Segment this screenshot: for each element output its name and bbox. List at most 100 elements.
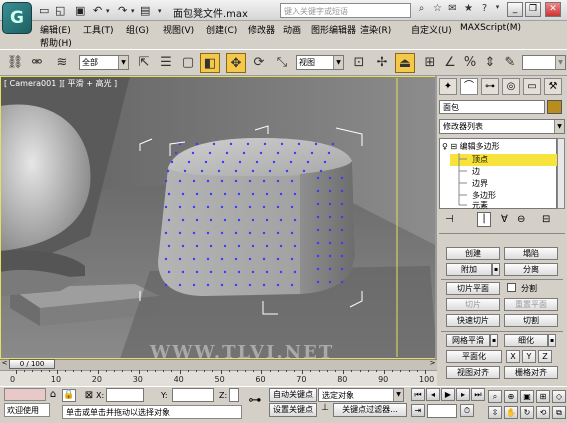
save-icon[interactable]: ▣ [75,4,85,17]
vertex-dot[interactable] [225,151,229,155]
vertex-dot[interactable] [340,280,344,284]
vertex-dot[interactable] [195,192,199,196]
app-logo-icon[interactable]: G [2,2,32,34]
vertex-dot[interactable] [209,192,213,196]
vertex-dot[interactable] [200,169,204,173]
undo-icon[interactable]: ↶ [93,4,102,17]
zoom-extents-all-icon[interactable]: ⊞ [536,390,550,403]
menu-edit[interactable]: 编辑(E) [40,23,71,36]
modifier-list-dropdown[interactable]: 修改器列表 ▼ [439,119,565,134]
vertex-dot[interactable] [192,205,196,209]
project-folder-icon[interactable]: ▤ [140,4,150,17]
vertex-dot[interactable] [248,231,252,235]
vertex-dot[interactable] [290,231,294,235]
vertex-dot[interactable] [234,231,238,235]
set-key-button[interactable]: 设置关键点 [269,403,317,417]
attach-settings-button[interactable]: ▪ [492,263,500,276]
orbit-icon[interactable]: ↻ [520,406,534,419]
vertex-dot[interactable] [251,218,255,222]
vertex-dot[interactable] [234,169,238,173]
vertex-dot[interactable] [167,244,171,248]
lightbulb-icon[interactable]: ♀ [442,142,448,151]
menu-create[interactable]: 创建(C) [206,23,237,36]
vertex-dot[interactable] [209,244,213,248]
configure-modifier-sets-icon[interactable]: ⊟ [542,214,550,225]
stack-item-edit-poly[interactable]: ♀ ⊟ 编辑多边形 [442,141,550,153]
select-object-icon[interactable]: ⇱ [134,53,154,73]
vertex-dot[interactable] [328,189,332,193]
previous-frame-icon[interactable]: ◂ [426,388,440,401]
vertex-dot[interactable] [316,254,320,258]
vertex-dot[interactable] [276,257,280,261]
vertex-dot[interactable] [316,228,320,232]
maxscript-listener-field[interactable] [4,388,46,401]
vertex-dot[interactable] [192,231,196,235]
vertex-dot[interactable] [340,176,344,180]
percent-snap-icon[interactable]: % [460,53,480,73]
msmooth-settings-button[interactable]: ▪ [490,334,498,347]
display-tab-icon[interactable]: ▭ [523,78,541,95]
make-unique-icon[interactable]: ∀ [501,214,508,225]
time-slider[interactable] [0,359,437,370]
vertex-dot[interactable] [195,218,199,222]
vertex-dot[interactable] [167,192,171,196]
keyboard-shortcut-override-icon[interactable]: ⏏ [395,53,415,73]
key-icon[interactable]: ⊶ [243,393,267,415]
vertex-dot[interactable] [209,270,213,274]
vertex-dot[interactable] [164,205,168,209]
vertex-dot[interactable] [174,151,178,155]
vertex-dot[interactable] [316,267,320,271]
vertex-dot[interactable] [248,179,252,183]
vertex-dot[interactable] [340,254,344,258]
vertex-dot[interactable] [279,192,283,196]
vertex-dot[interactable] [262,205,266,209]
select-and-rotate-icon[interactable]: ⟳ [249,53,269,73]
vertex-dot[interactable] [223,192,227,196]
subscription-icon[interactable]: ☆ [430,3,445,17]
motion-tab-icon[interactable]: ◎ [502,78,520,95]
vertex-dot[interactable] [310,151,314,155]
vertex-dot[interactable] [181,244,185,248]
vertex-dot[interactable] [331,142,335,146]
tessellate-button[interactable]: 细化 [504,334,548,347]
vertex-dot[interactable] [217,169,221,173]
selection-filter-dropdown[interactable]: 全部 ▼ [79,55,129,70]
restore-button[interactable]: ❐ [525,2,541,17]
vertex-dot[interactable] [164,231,168,235]
vertex-dot[interactable] [340,189,344,193]
vertex-dot[interactable] [319,169,323,173]
vertex-dot[interactable] [265,218,269,222]
vertex-dot[interactable] [164,257,168,261]
vertex-dot[interactable] [290,205,294,209]
vertex-dot[interactable] [293,192,297,196]
vertex-dot[interactable] [208,151,212,155]
vertex-dot[interactable] [181,218,185,222]
vertex-dot[interactable] [192,257,196,261]
vertex-dot[interactable] [276,151,280,155]
vertex-dot[interactable] [187,160,191,164]
select-and-scale-icon[interactable]: ⤡ [272,53,292,73]
vertex-dot[interactable] [178,231,182,235]
vertex-dot[interactable] [234,257,238,261]
go-to-end-icon[interactable]: ⏭ [471,388,485,401]
cut-button[interactable]: 切割 [504,314,558,327]
vertex-dot[interactable] [223,270,227,274]
vertex-dot[interactable] [206,179,210,183]
undo-dropdown-icon[interactable]: ▾ [106,7,110,15]
go-to-start-icon[interactable]: ⏮ [411,388,425,401]
new-file-icon[interactable]: ▭ [39,4,49,17]
vertex-dot[interactable] [340,215,344,219]
planar-z-button[interactable]: Z [538,350,552,363]
play-icon[interactable]: ▶ [441,388,455,401]
attach-button[interactable]: 附加 [446,263,492,276]
vertex-dot[interactable] [206,205,210,209]
vertex-dot[interactable] [195,142,199,146]
vertex-dot[interactable] [327,151,331,155]
reset-plane-button[interactable]: 重置平面 [504,298,558,311]
utilities-tab-icon[interactable]: ⚒ [544,78,562,95]
search-input[interactable]: 键入关键字或短语 [280,3,411,18]
vertex-dot[interactable] [276,283,280,287]
vertex-dot[interactable] [251,244,255,248]
make-planar-button[interactable]: 平面化 [446,350,502,363]
current-frame-input[interactable] [427,404,457,418]
